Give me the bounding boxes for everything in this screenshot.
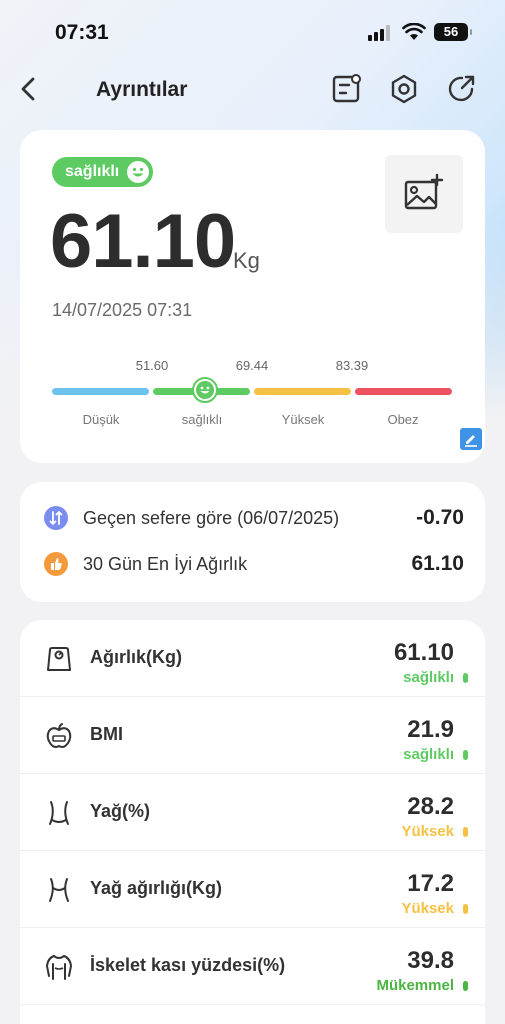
waist-icon (49, 801, 69, 825)
comparison-card: Geçen sefere göre (06/07/2025) -0.70 30 … (20, 482, 485, 602)
bmi-range-scale: 51.60 69.44 83.39 Düşük sağlıklı Yüksek … (52, 358, 452, 438)
best-weight-value: 61.10 (411, 552, 464, 575)
metric-label: Yağ(%) (90, 801, 151, 821)
metric-row-bmi[interactable]: BMI 21.9 sağlıklı (20, 697, 485, 774)
add-photo-button[interactable] (385, 155, 463, 233)
battery-icon: 56 (434, 23, 472, 41)
muscle-icon (45, 955, 73, 980)
metrics-card: Ağırlık(Kg) 61.10 sağlıklı BMI 21.9 sağl… (20, 620, 485, 1024)
status-dot (463, 673, 468, 683)
comparison-row-best[interactable]: 30 Gün En İyi Ağırlık 61.10 (44, 549, 464, 579)
body-fat-icon (49, 878, 69, 902)
back-arrow-icon[interactable] (16, 74, 42, 104)
status-bar: 07:31 56 (0, 0, 505, 62)
scale-icon (47, 647, 71, 671)
metric-value: 21.9 (407, 716, 454, 743)
range-segment-low (52, 388, 149, 395)
add-image-icon (404, 173, 444, 210)
range-segment-obese (355, 388, 452, 395)
weight-unit: Kg (233, 248, 260, 273)
comparison-value: -0.70 (416, 506, 464, 529)
metric-row-muscle[interactable]: İskelet kası yüzdesi(%) 39.8 Mükemmel (20, 928, 485, 1005)
metric-row-fat-mass[interactable]: Yağ ağırlığı(Kg) 17.2 Yüksek (20, 851, 485, 928)
range-segment-high (254, 388, 351, 395)
compare-icon (44, 506, 68, 530)
metric-status: Mükemmel (376, 977, 454, 994)
current-weight-marker (192, 377, 218, 403)
metric-label: BMI (90, 724, 123, 744)
share-icon[interactable] (445, 72, 479, 106)
range-tick: 69.44 (235, 358, 269, 373)
nav-bar: Ayrıntılar (0, 62, 505, 118)
thumb-up-icon (44, 552, 68, 576)
health-status-badge: sağlıklı (52, 157, 154, 187)
weight-summary-card: sağlıklı 61.10 Kg 14/07/2025 07:31 51.60… (20, 130, 485, 463)
settings-icon[interactable] (387, 72, 421, 106)
best-weight-label: 30 Gün En İyi Ağırlık (83, 554, 248, 574)
metric-label: Ağırlık(Kg) (90, 647, 182, 667)
range-label-high: Yüksek (281, 412, 325, 427)
edit-icon[interactable] (460, 428, 482, 450)
badge-label: sağlıklı (65, 163, 120, 180)
status-dot (463, 904, 468, 914)
smile-icon (127, 161, 150, 183)
range-tick: 83.39 (335, 358, 369, 373)
wifi-icon (402, 23, 426, 40)
weight-value: 61.10 (50, 199, 236, 284)
status-dot (463, 750, 468, 760)
metric-status: sağlıklı (403, 669, 454, 686)
status-time: 07:31 (55, 21, 109, 44)
metric-row-fat-percent[interactable]: Yağ(%) 28.2 Yüksek (20, 774, 485, 851)
metric-value: 28.2 (407, 793, 454, 820)
page-title: Ayrıntılar (96, 78, 188, 101)
metric-label: Yağ ağırlığı(Kg) (90, 878, 223, 898)
metric-status: sağlıklı (403, 746, 454, 763)
metric-row-weight[interactable]: Ağırlık(Kg) 61.10 sağlıklı (20, 620, 485, 697)
metric-label: İskelet kası yüzdesi(%) (90, 955, 286, 975)
range-label-healthy: sağlıklı (181, 412, 223, 427)
comparison-row-previous[interactable]: Geçen sefere göre (06/07/2025) -0.70 (44, 503, 464, 533)
signal-icon (368, 25, 390, 41)
status-dot (463, 981, 468, 991)
range-tick: 51.60 (135, 358, 169, 373)
range-label-obese: Obez (387, 412, 419, 427)
report-icon[interactable] (329, 72, 363, 106)
range-label-low: Düşük (82, 412, 120, 427)
comparison-label: Geçen sefere göre (06/07/2025) (83, 508, 340, 528)
status-dot (463, 827, 468, 837)
metric-value: 17.2 (407, 870, 454, 897)
metric-status: Yüksek (401, 900, 454, 917)
measurement-date: 14/07/2025 07:31 (52, 300, 193, 320)
apple-icon (46, 723, 72, 748)
marker-smile-icon (196, 381, 214, 399)
metric-value: 61.10 (393, 639, 454, 666)
metric-value: 39.8 (407, 947, 454, 974)
metric-status: Yüksek (401, 823, 454, 840)
